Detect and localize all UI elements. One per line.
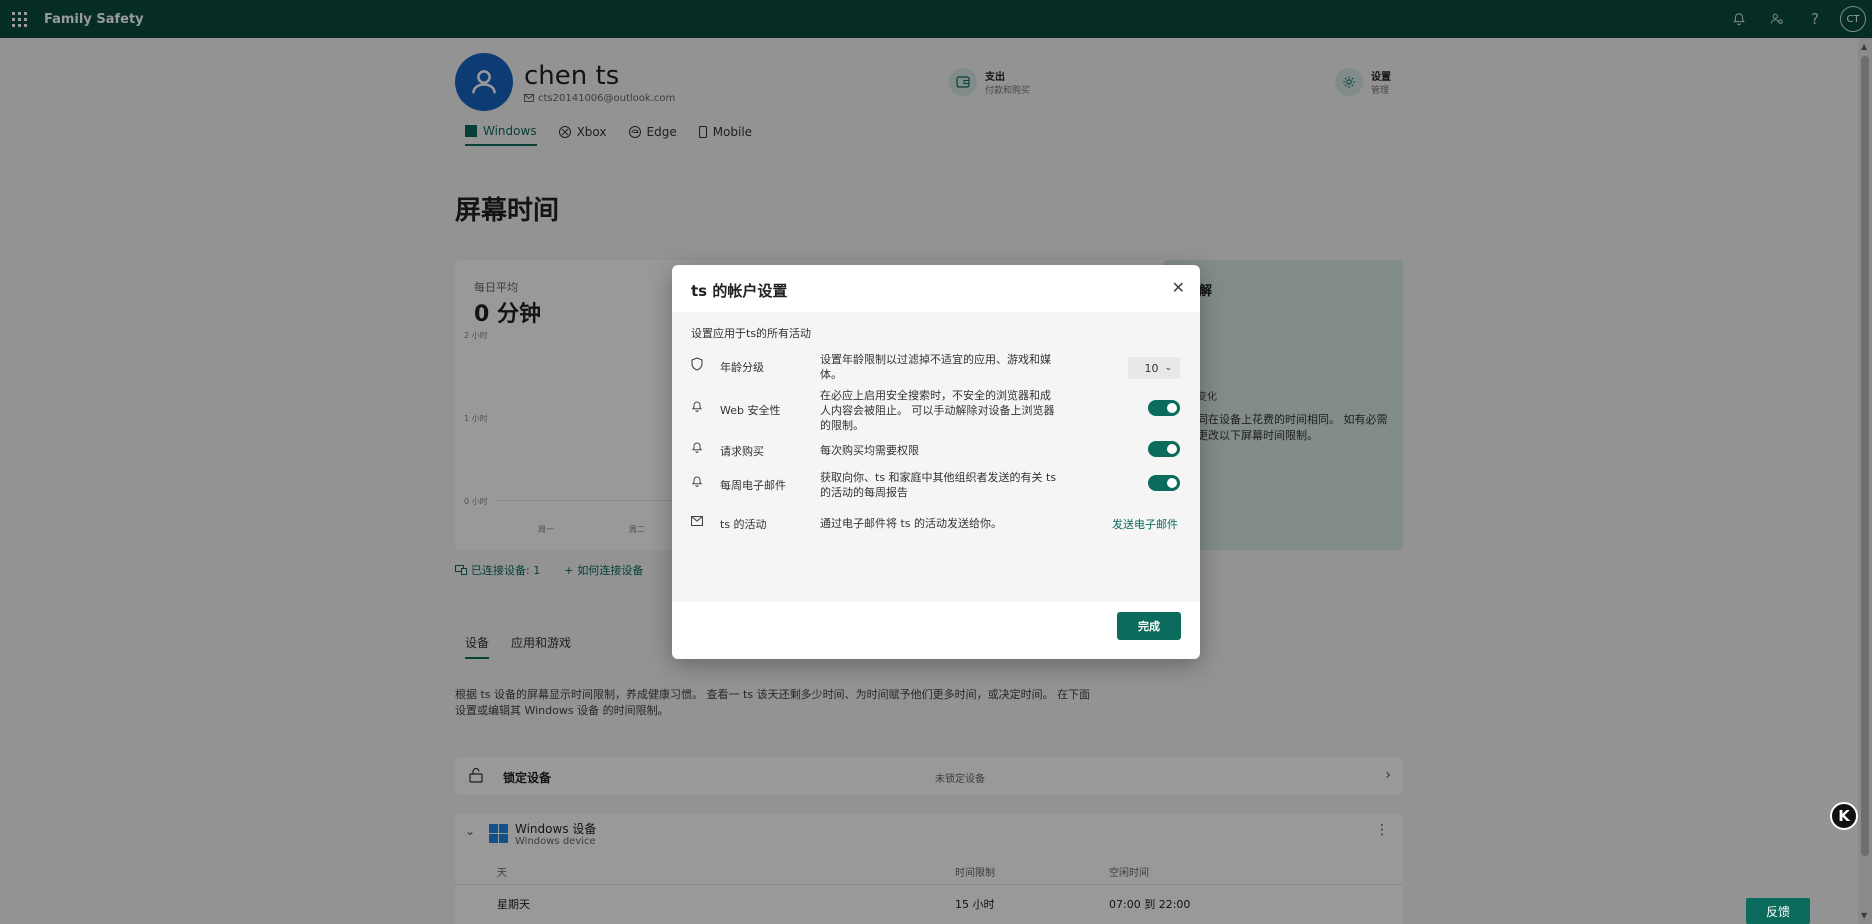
web-safety-toggle[interactable]	[1148, 400, 1180, 416]
ask-to-buy-desc: 每次购买均需要权限	[820, 444, 919, 457]
web-safety-label: Web 安全性	[720, 404, 781, 417]
age-rating-label: 年龄分级	[720, 361, 764, 374]
chevron-down-icon: ⌄	[1164, 363, 1172, 373]
age-rating-select[interactable]: 10 ⌄	[1128, 357, 1180, 379]
bell-icon	[691, 400, 703, 417]
shield-icon	[691, 357, 703, 375]
bell-icon	[691, 475, 703, 492]
weekly-email-desc: 获取向你、ts 和家庭中其他组织者发送的有关 ts 的活动的每周报告	[820, 471, 1057, 499]
weekly-email-toggle[interactable]	[1148, 475, 1180, 491]
dialog-body: 设置应用于ts的所有活动 年龄分级 设置年龄限制以过滤掉不适宜的应用、游戏和媒体…	[672, 312, 1200, 602]
assistant-bubble-icon[interactable]: K	[1830, 802, 1858, 830]
feedback-button[interactable]: 反馈	[1746, 898, 1810, 924]
done-button[interactable]: 完成	[1117, 612, 1181, 640]
activity-desc: 通过电子邮件将 ts 的活动发送给你。	[820, 517, 1003, 530]
dialog-title: ts 的帐户设置	[691, 282, 788, 300]
weekly-email-label: 每周电子邮件	[720, 479, 786, 492]
age-rating-desc: 设置年龄限制以过滤掉不适宜的应用、游戏和媒体。	[820, 353, 1051, 381]
activity-label: ts 的活动	[720, 518, 767, 531]
dialog-subtitle: 设置应用于ts的所有活动	[691, 327, 812, 340]
bell-icon	[691, 441, 703, 458]
web-safety-desc: 在必应上启用安全搜索时，不安全的浏览器和成人内容会被阻止。 可以手动解除对设备上…	[820, 389, 1055, 432]
ask-to-buy-label: 请求购买	[720, 445, 764, 458]
mail-icon	[690, 515, 704, 530]
close-icon[interactable]: ✕	[1172, 278, 1185, 297]
ask-to-buy-toggle[interactable]	[1148, 441, 1180, 457]
account-settings-dialog: ts 的帐户设置 ✕ 设置应用于ts的所有活动 年龄分级 设置年龄限制以过滤掉不…	[672, 265, 1200, 659]
send-email-link[interactable]: 发送电子邮件	[1112, 516, 1178, 532]
